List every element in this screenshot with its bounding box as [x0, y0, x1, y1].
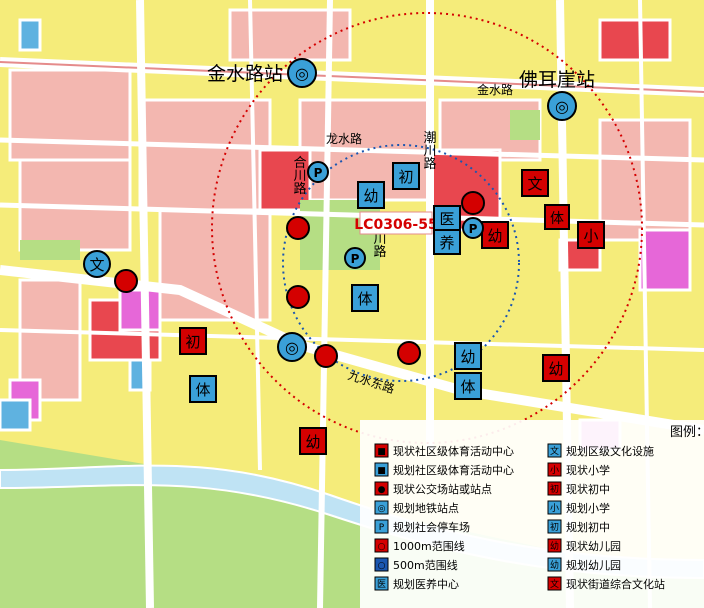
legend-item-glyph: 初: [550, 521, 559, 533]
metro-icon-foxiangya[interactable]: ◎: [547, 91, 577, 121]
legend-panel: 图例： 文规划区级文化设施■现状社区级体育活动中心小现状小学■规划社区级体育活动…: [360, 420, 704, 608]
legend-item-glyph: 小: [550, 503, 559, 514]
road-label-hechuan: 合川路: [291, 156, 307, 195]
legend-item-glyph: 幼: [550, 540, 559, 552]
facility-badge-chu-planned[interactable]: 初: [392, 162, 420, 190]
svg-text:幼: 幼: [460, 348, 475, 366]
svg-text:◎: ◎: [295, 64, 309, 83]
svg-text:P: P: [469, 222, 478, 236]
svg-text:◎: ◎: [555, 97, 569, 116]
bus-stop-icon: [286, 216, 310, 240]
road-label-longshui: 龙水路: [326, 131, 362, 146]
facility-badge-you-planned-2[interactable]: 幼: [454, 342, 482, 370]
legend-item-label: 现状幼儿园: [566, 539, 621, 553]
svg-text:P: P: [314, 166, 323, 180]
parking-icon-2[interactable]: P: [462, 217, 484, 239]
road-label-chaoshui: 潮川路: [421, 131, 437, 170]
facility-badge-you-planned-1[interactable]: 幼: [357, 181, 385, 209]
legend-item-glyph: ■: [377, 466, 386, 476]
metro-icon-south[interactable]: ◎: [277, 332, 307, 362]
facility-badge-you-existing-2[interactable]: 幼: [542, 354, 570, 382]
svg-text:幼: 幼: [548, 360, 563, 378]
svg-text:体: 体: [195, 381, 210, 399]
svg-text:幼: 幼: [487, 227, 502, 245]
facility-badge-chu-existing[interactable]: 初: [179, 327, 207, 355]
legend-item-label: 规划社会停车场: [393, 520, 470, 534]
svg-text:初: 初: [398, 168, 413, 186]
facility-badge-ti-planned-3[interactable]: 体: [454, 372, 482, 400]
bus-stop-icon: [286, 285, 310, 309]
parking-icon-3[interactable]: P: [344, 247, 366, 269]
parcel-label[interactable]: LC0306-55: [354, 217, 437, 233]
facility-badge-ti-planned-1[interactable]: 体: [351, 284, 379, 312]
legend-item-glyph: 小: [550, 465, 559, 476]
legend-item-label: 规划小学: [566, 501, 610, 515]
legend-item-glyph: P: [379, 523, 385, 533]
facility-badge-ti-existing-1[interactable]: 体: [544, 204, 570, 230]
legend-item-label: 500m范围线: [393, 558, 458, 572]
legend-item-label: 现状社区级体育活动中心: [393, 444, 514, 458]
svg-text:医: 医: [439, 210, 454, 228]
legend-item-glyph: ◎: [378, 504, 386, 514]
legend-item-label: 1000m范围线: [393, 539, 465, 553]
svg-text:◎: ◎: [285, 338, 299, 357]
legend-item-label: 规划区级文化设施: [566, 444, 654, 458]
facility-badge-yi-planned[interactable]: 医: [433, 205, 461, 231]
legend-item-label: 现状街道综合文化站: [566, 577, 665, 591]
legend-item-label: 现状小学: [566, 463, 610, 477]
facility-badge-you-existing-3[interactable]: 幼: [299, 427, 327, 455]
station-foxiangya-label: 佛耳崖站: [519, 69, 595, 91]
svg-text:文: 文: [527, 175, 542, 193]
map-canvas: 金水路站 佛耳崖站 ◎ ◎ ◎ 金水路 龙水路 九水东路 潮川路 合川路 青川路…: [0, 0, 704, 608]
facility-badge-yang-planned[interactable]: 养: [433, 229, 461, 255]
legend-item-glyph: 初: [550, 483, 559, 495]
legend-item-glyph: 文: [550, 445, 559, 457]
parking-icon-1[interactable]: P: [307, 161, 329, 183]
legend-item-label: 规划社区级体育活动中心: [393, 463, 514, 477]
svg-text:P: P: [351, 252, 360, 266]
legend-item-glyph: 文: [550, 578, 559, 590]
legend-item-label: 规划初中: [566, 520, 610, 534]
svg-text:体: 体: [460, 378, 475, 396]
facility-badge-xiao-existing[interactable]: 小: [577, 221, 605, 249]
legend-item-glyph: 医: [377, 579, 386, 590]
legend-item-label: 现状初中: [566, 482, 610, 496]
facility-badge-wen-planned[interactable]: 文: [83, 250, 111, 278]
metro-icon-jinshui[interactable]: ◎: [287, 58, 317, 88]
svg-text:幼: 幼: [363, 187, 378, 205]
svg-text:文: 文: [89, 256, 104, 274]
facility-badge-ti-planned-2[interactable]: 体: [189, 375, 217, 403]
legend-item-glyph: ○: [378, 561, 386, 571]
bus-stop-icon: [314, 344, 338, 368]
legend-item-label: 规划医养中心: [393, 577, 459, 591]
legend-item-glyph: ■: [377, 447, 386, 457]
legend-item-label: 规划地铁站点: [393, 501, 459, 515]
svg-text:小: 小: [583, 227, 598, 245]
svg-text:体: 体: [550, 211, 564, 227]
bus-stop-icon: [397, 341, 421, 365]
bus-stop-icon: [114, 269, 138, 293]
legend-title: 图例：: [670, 425, 704, 440]
legend-item-glyph: 幼: [550, 559, 559, 571]
bus-stop-icon: [461, 191, 485, 215]
legend-item-label: 现状公交场站或站点: [393, 482, 492, 496]
legend-item-glyph: ●: [378, 485, 386, 495]
legend-item-glyph: ○: [378, 542, 386, 552]
legend-item-label: 规划幼儿园: [566, 558, 621, 572]
svg-text:养: 养: [439, 234, 454, 252]
svg-text:体: 体: [357, 290, 372, 308]
svg-text:初: 初: [185, 333, 200, 351]
facility-badge-you-existing-1[interactable]: 幼: [481, 221, 509, 249]
station-jinshui-label: 金水路站: [207, 63, 283, 85]
facility-badge-wen-existing[interactable]: 文: [521, 169, 549, 197]
svg-text:幼: 幼: [305, 433, 320, 451]
road-label-jinshui: 金水路: [477, 82, 513, 97]
